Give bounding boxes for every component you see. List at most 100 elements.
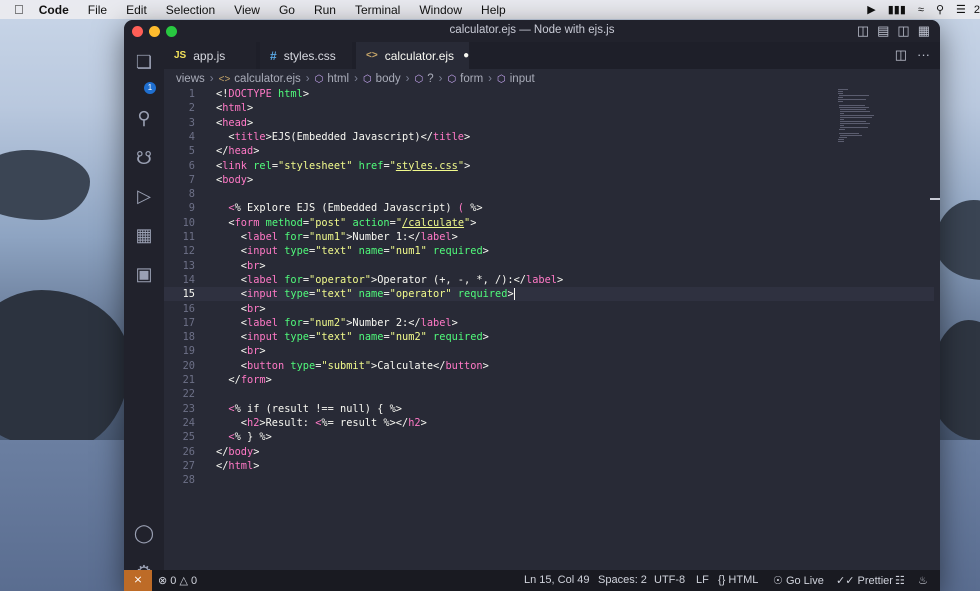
- code-line: </html>: [216, 459, 260, 472]
- css-file-icon: #: [270, 48, 277, 63]
- battery-icon[interactable]: ▮▮▮: [888, 3, 906, 16]
- breadcrumb-html[interactable]: html: [327, 73, 349, 85]
- line-number: 21: [182, 374, 195, 386]
- indentation[interactable]: Spaces: 2: [598, 574, 647, 586]
- menu-go[interactable]: Go: [279, 3, 295, 17]
- breadcrumb-form[interactable]: form: [460, 73, 483, 85]
- go-live-button[interactable]: ☉ Go Live: [773, 574, 824, 587]
- line-number: 24: [182, 416, 195, 429]
- line-number: 12: [182, 245, 195, 258]
- minimap[interactable]: [838, 89, 888, 149]
- line-number: 11: [182, 231, 195, 243]
- code-line: <title>EJS(Embedded Javascript)</title>: [216, 130, 471, 143]
- language-mode[interactable]: {} HTML: [718, 574, 758, 586]
- code-line: <label for="num1">Number 1:</label>: [216, 231, 458, 243]
- breadcrumb-body[interactable]: body: [376, 73, 401, 85]
- menu-run[interactable]: Run: [314, 3, 336, 17]
- play-icon[interactable]: ▶︎: [867, 3, 875, 16]
- menu-window[interactable]: Window: [419, 3, 462, 17]
- feedback-icon[interactable]: ☷: [895, 574, 905, 587]
- problems-indicator[interactable]: ⊗ 0 △ 0: [158, 574, 197, 587]
- code-line: <% Explore EJS (Embedded Javascript) ( %…: [228, 202, 483, 215]
- tab-calculator-ejs[interactable]: <> calculator.ejs ●: [356, 42, 469, 69]
- code-line: </form>: [216, 374, 272, 386]
- tab-label: calculator.ejs: [384, 48, 455, 63]
- breadcrumb-file[interactable]: calculator.ejs: [234, 73, 300, 85]
- line-number: 5: [188, 145, 195, 158]
- toggle-secondary-sidebar-icon[interactable]: ◫: [897, 23, 909, 39]
- tab-label: styles.css: [283, 48, 336, 63]
- cursor-position[interactable]: Ln 15, Col 49: [524, 574, 589, 586]
- code-line: <% if (result !== null) { %>: [228, 402, 402, 415]
- line-number: 22: [182, 388, 195, 401]
- tab-label: app.js: [193, 48, 226, 63]
- line-number: 26: [182, 445, 195, 458]
- line-number: 15: [182, 288, 195, 301]
- remote-explorer-icon[interactable]: ▣: [132, 262, 156, 286]
- prettier-button[interactable]: ✓✓ Prettier: [836, 574, 893, 587]
- element-icon: ⬡: [497, 73, 506, 85]
- run-debug-icon[interactable]: ▷: [132, 184, 156, 208]
- menu-terminal[interactable]: Terminal: [355, 3, 400, 17]
- menu-selection[interactable]: Selection: [166, 3, 215, 17]
- code-line: </head>: [216, 145, 260, 158]
- code-line: <html>: [216, 102, 254, 115]
- title-bar: calculator.ejs — Node with ejs.js ◫ ▤ ◫ …: [124, 20, 940, 42]
- tab-app-js[interactable]: JS app.js: [164, 42, 256, 69]
- broadcast-icon: ☉: [773, 575, 783, 587]
- account-icon[interactable]: ◯: [132, 521, 156, 545]
- explorer-files-icon[interactable]: ❏: [132, 50, 156, 74]
- encoding[interactable]: UTF-8: [654, 574, 685, 586]
- more-actions-icon[interactable]: ···: [917, 47, 930, 63]
- vscode-window: calculator.ejs — Node with ejs.js ◫ ▤ ◫ …: [124, 20, 940, 591]
- line-number: 3: [188, 116, 195, 129]
- toggle-panel-icon[interactable]: ▤: [877, 23, 889, 39]
- line-number: 19: [182, 345, 195, 358]
- wifi-icon[interactable]: ≈: [918, 4, 924, 16]
- line-number: 4: [188, 130, 195, 143]
- apple-icon[interactable]: : [14, 2, 24, 17]
- chevron-right-icon: ›: [488, 73, 493, 85]
- scrollbar-cursor-marker: [930, 198, 940, 200]
- code-editor[interactable]: 1 <!DOCTYPE html> 2 <html> 3 <head> 4 <titl…: [164, 87, 940, 570]
- unsaved-dot-icon[interactable]: ●: [463, 50, 469, 61]
- code-line: <% } %>: [228, 431, 272, 444]
- error-count: 0: [170, 575, 177, 587]
- control-center-icon[interactable]: ☰: [956, 3, 966, 16]
- spotlight-search-icon[interactable]: ⚲: [936, 3, 944, 16]
- menu-bar:  Code File Edit Selection View Go Run T…: [0, 0, 980, 19]
- menu-view[interactable]: View: [234, 3, 260, 17]
- remote-indicator-icon[interactable]: ⨯: [124, 570, 152, 591]
- tab-styles-css[interactable]: # styles.css: [260, 42, 352, 69]
- menu-app-name[interactable]: Code: [39, 3, 69, 17]
- menu-help[interactable]: Help: [481, 3, 506, 17]
- line-number: 27: [182, 459, 195, 472]
- source-control-icon[interactable]: ☋: [132, 146, 156, 170]
- line-number: 25: [182, 431, 195, 444]
- chevron-right-icon: ›: [354, 73, 358, 85]
- breadcrumb-unknown[interactable]: ?: [427, 73, 433, 85]
- line-number: 18: [182, 331, 195, 344]
- ejs-file-icon: <>: [366, 50, 378, 61]
- extensions-icon[interactable]: ▦: [132, 223, 156, 247]
- search-icon[interactable]: ⚲: [132, 106, 156, 130]
- warning-count: 0: [191, 575, 198, 587]
- window-title: calculator.ejs — Node with ejs.js: [449, 24, 615, 36]
- toggle-sidebar-icon[interactable]: ◫: [857, 23, 869, 39]
- end-of-line[interactable]: LF: [696, 574, 709, 586]
- activity-bar: ❏ 1 ⚲ ☋ ▷ ▦ ▣ ◯ ⚙ 1: [124, 42, 164, 584]
- code-line: <form method="post" action="/calculate">: [216, 216, 477, 229]
- explorer-badge: 1: [144, 82, 156, 94]
- breadcrumb-folder[interactable]: views: [176, 73, 205, 85]
- split-editor-icon[interactable]: ◫: [895, 47, 907, 63]
- breadcrumb-input[interactable]: input: [510, 73, 535, 85]
- code-line-current: <input type="text" name="operator" requi…: [216, 288, 516, 301]
- code-line: <br>: [216, 302, 266, 315]
- desktop-rock: [0, 150, 90, 220]
- chevron-right-icon: ›: [438, 73, 443, 85]
- menu-edit[interactable]: Edit: [126, 3, 147, 17]
- customize-layout-icon[interactable]: ▦: [918, 23, 930, 39]
- menu-file[interactable]: File: [88, 3, 107, 17]
- code-line: <head>: [216, 116, 254, 129]
- notifications-bell-icon[interactable]: ♨: [918, 574, 928, 587]
